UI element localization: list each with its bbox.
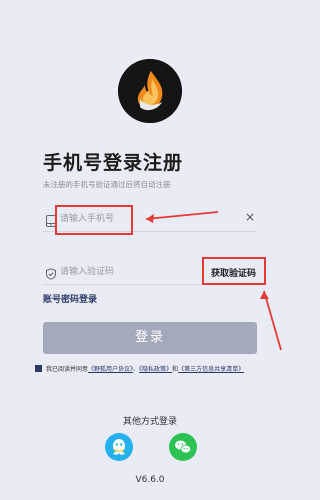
arrow-to-phone-input	[145, 211, 219, 220]
arrow-to-get-code-head	[260, 291, 269, 299]
arrow-to-get-code	[263, 290, 282, 351]
annotation-arrows	[145, 211, 282, 351]
arrow-to-phone-input-head	[146, 214, 154, 223]
